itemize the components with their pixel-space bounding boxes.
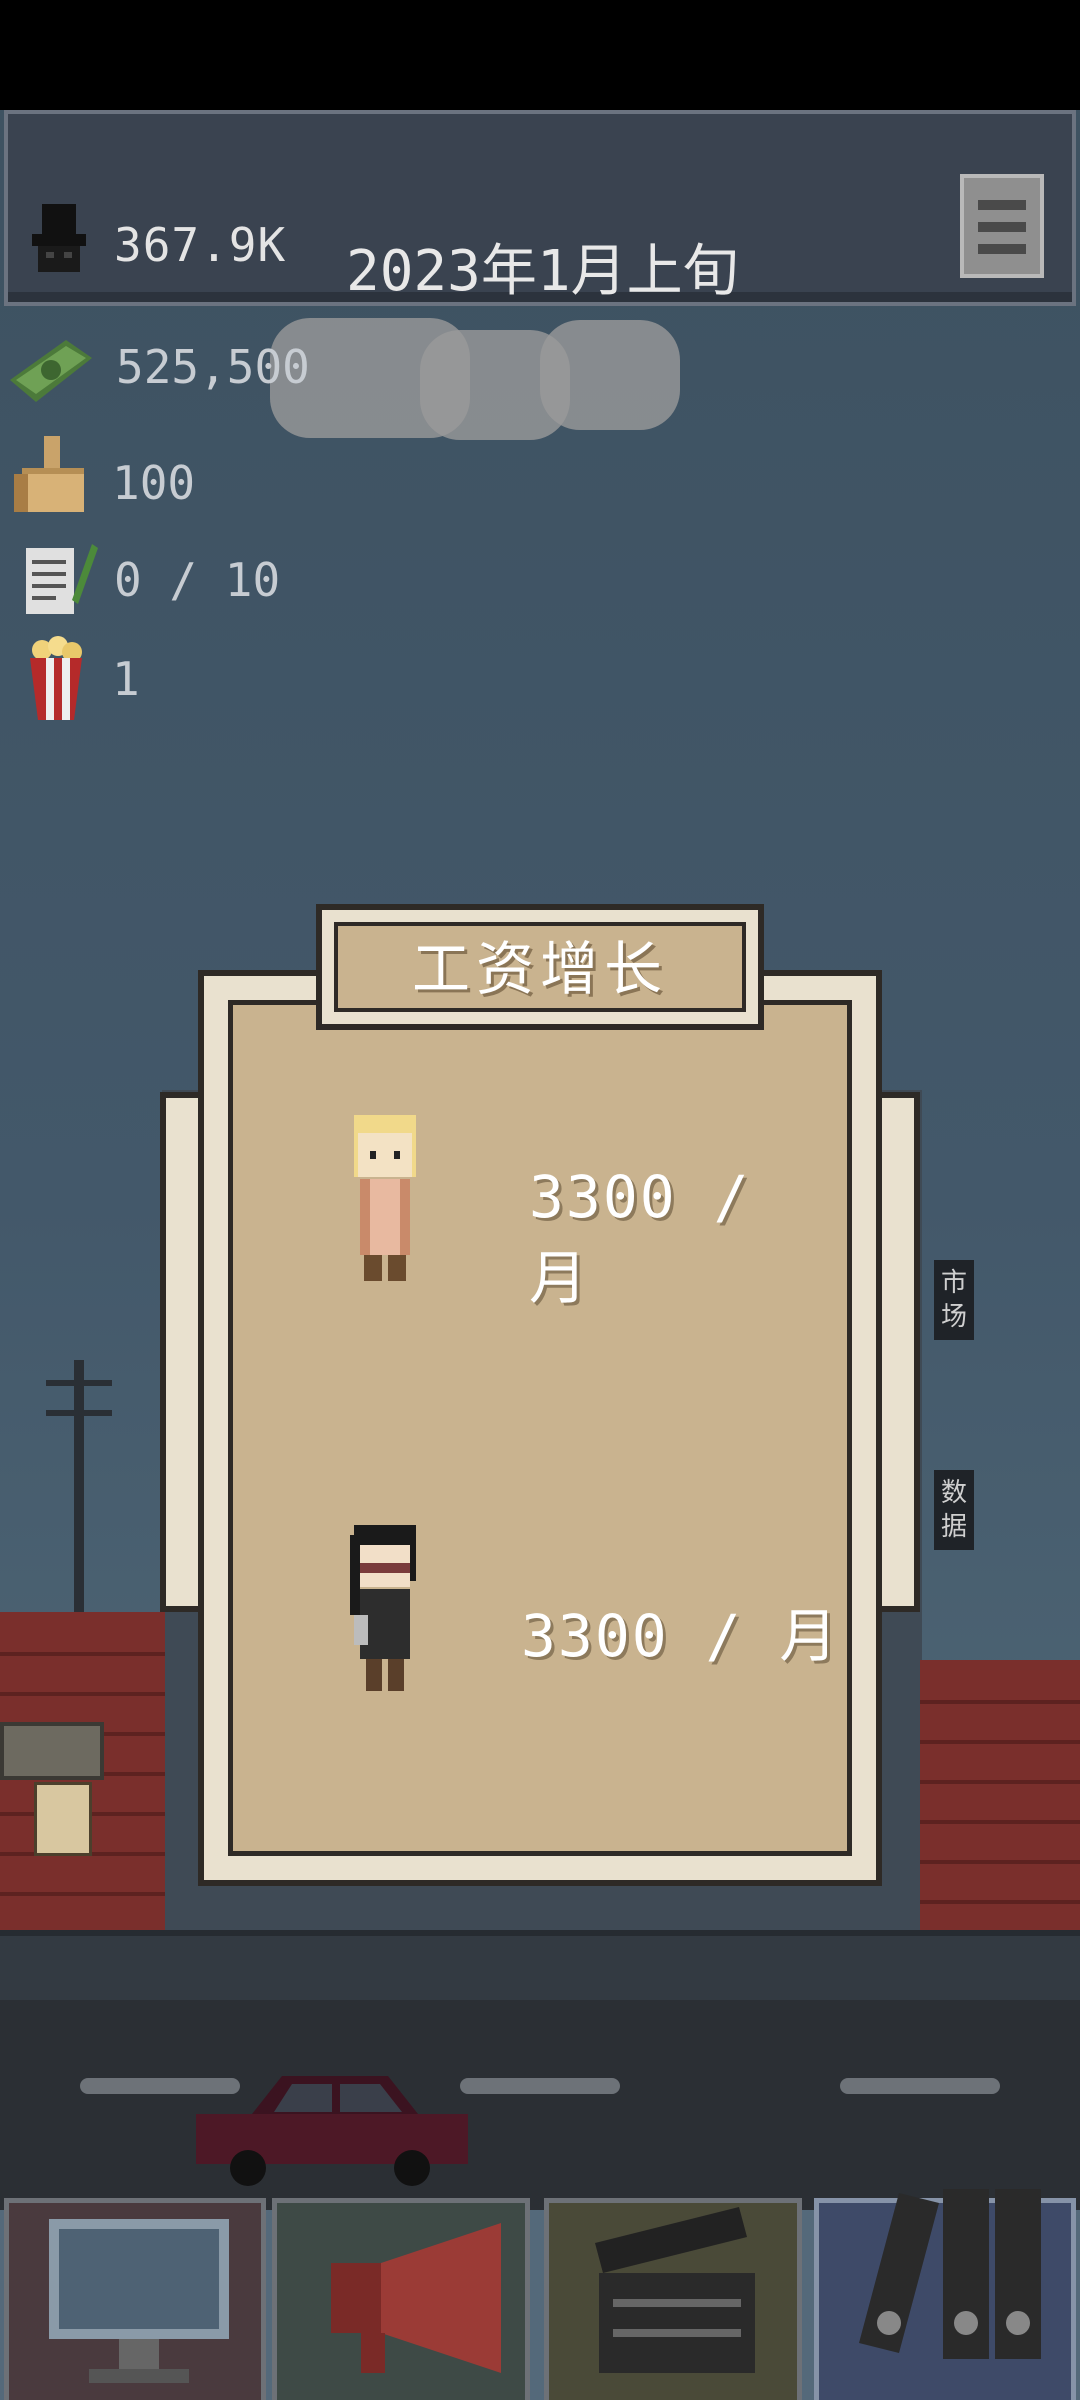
data-tab[interactable]: 数据 xyxy=(934,1470,974,1550)
hamburger-menu-icon xyxy=(978,244,1026,254)
scripts-value: 0 / 10 xyxy=(114,553,281,607)
files-button[interactable] xyxy=(814,2189,1076,2400)
cloud xyxy=(540,320,680,430)
fans-hat-icon xyxy=(32,204,86,272)
computer-icon xyxy=(49,2219,229,2383)
clapperboard-icon xyxy=(595,2207,755,2373)
popcorn-icon xyxy=(30,636,82,720)
megaphone-icon xyxy=(331,2223,501,2373)
thumbs-up-icon xyxy=(14,436,84,512)
menu-button[interactable] xyxy=(960,174,1044,278)
production-button[interactable] xyxy=(544,2198,802,2400)
script-pencil-icon xyxy=(26,544,98,614)
notice-board xyxy=(0,1722,104,1780)
dialog-content: 3300 / 月 3300 / 月 xyxy=(228,1000,852,1856)
brick-wall-left xyxy=(0,1612,165,1932)
market-tab[interactable]: 市场 xyxy=(934,1260,974,1340)
brick-wall-right xyxy=(920,1660,1080,1932)
fans-count: 367.9K xyxy=(114,218,287,272)
hamburger-menu-icon xyxy=(978,200,1026,210)
money-icon xyxy=(10,340,92,402)
lane-marking xyxy=(840,2078,1000,2094)
game-date: 2023年1月上旬 xyxy=(346,239,739,304)
car xyxy=(196,2076,468,2186)
hamburger-menu-icon xyxy=(978,222,1026,232)
lane-marking xyxy=(460,2078,620,2094)
blonde-employee-avatar xyxy=(354,1115,416,1281)
salary-raise-dialog: 3300 / 月 3300 / 月 xyxy=(198,970,882,1886)
computer-button[interactable] xyxy=(4,2198,266,2400)
reputation-value: 100 xyxy=(112,456,196,510)
top-header: 367.9K 2023年1月上旬 xyxy=(4,110,1076,306)
poster xyxy=(34,1782,92,1856)
marketing-button[interactable] xyxy=(272,2198,530,2400)
sidewalk xyxy=(0,1930,1080,2006)
salary-amount: 3300 / 月 xyxy=(521,1602,840,1670)
money-value: 525,500 xyxy=(116,340,310,394)
popcorn-value: 1 xyxy=(112,652,140,706)
binders-icon xyxy=(859,2189,1041,2359)
status-bar xyxy=(0,0,1080,110)
dialog-title: 工资增长 xyxy=(334,922,746,1012)
salary-amount: 3300 / 月 xyxy=(529,1163,751,1312)
dark-haired-employee-avatar xyxy=(350,1525,416,1691)
dialog-title-tab: 工资增长 xyxy=(316,904,764,1030)
